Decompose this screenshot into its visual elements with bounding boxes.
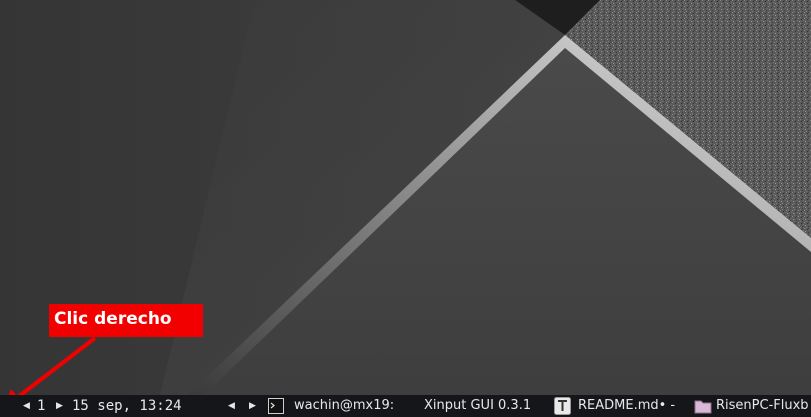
folder-icon xyxy=(694,400,712,414)
workspace-prev-icon[interactable]: ◀ xyxy=(23,395,30,417)
task-label: README.md• - xyxy=(578,398,676,413)
task-label: wachin@mx19: xyxy=(294,398,395,413)
desktop-wallpaper xyxy=(0,0,811,417)
task-label: Xinput GUI 0.3.1 xyxy=(424,398,532,413)
text-editor-icon xyxy=(554,397,571,415)
tasks-prev-icon[interactable]: ◀ xyxy=(228,395,235,417)
workspace-next-icon[interactable]: ▶ xyxy=(56,395,63,417)
clock[interactable]: 15 sep, 13:24 xyxy=(72,395,182,417)
tasks-next-icon[interactable]: ▶ xyxy=(249,395,256,417)
terminal-icon xyxy=(268,398,284,414)
task-xinput-gui[interactable]: Xinput GUI 0.3.1 xyxy=(420,395,550,417)
task-file-manager[interactable]: RisenPC-Fluxb xyxy=(692,395,811,417)
task-label: RisenPC-Fluxb xyxy=(716,398,809,413)
task-text-editor[interactable]: README.md• - xyxy=(552,395,690,417)
desktop[interactable]: Clic derecho xyxy=(0,0,811,417)
task-terminal[interactable]: wachin@mx19: xyxy=(266,395,416,417)
workspace-number[interactable]: 1 xyxy=(37,395,45,417)
taskbar: ◀ 1 ▶ 15 sep, 13:24 ◀ ▶ wachin@mx19: Xin… xyxy=(0,395,811,417)
annotation-label: Clic derecho xyxy=(49,304,203,337)
